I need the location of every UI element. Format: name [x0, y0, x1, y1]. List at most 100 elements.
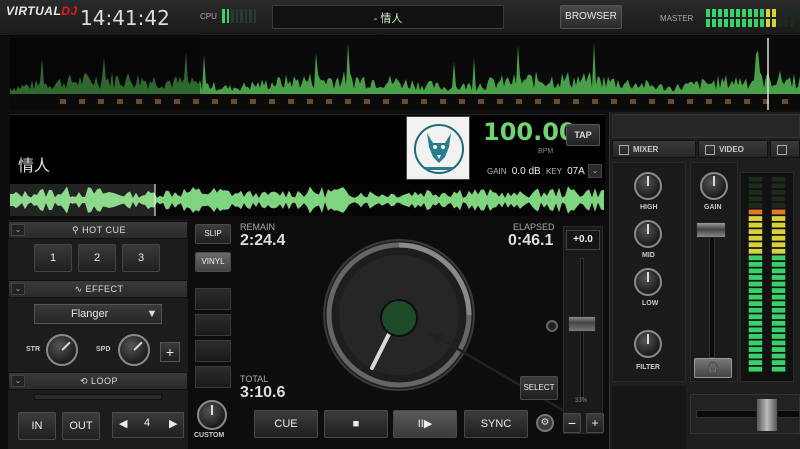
slip-button[interactable]: SLIP: [195, 224, 231, 244]
pad-button-1[interactable]: [195, 288, 231, 310]
beat-marker: [212, 99, 218, 104]
pitch-value: +0.0: [566, 230, 600, 250]
select-button[interactable]: SELECT: [520, 376, 558, 400]
pitch-slider-handle[interactable]: [568, 316, 596, 332]
remain-label: REMAIN: [240, 222, 276, 232]
master-meter-segment: [712, 9, 716, 17]
master-meter-segment: [736, 19, 740, 27]
browser-button[interactable]: BROWSER: [560, 5, 622, 29]
vu-segment: [771, 275, 786, 280]
eq-mid-knob[interactable]: [634, 220, 662, 248]
volume-fader-handle[interactable]: [696, 222, 726, 238]
filter-label: FILTER: [636, 364, 660, 371]
chevron-down-icon[interactable]: ⌄: [588, 164, 602, 178]
vu-segment: [748, 353, 763, 359]
pitch-minus-button[interactable]: −: [563, 413, 581, 433]
hotcue-button-3[interactable]: 3: [122, 244, 160, 272]
headphone-icon[interactable]: 🎧: [694, 358, 732, 378]
vu-segment: [748, 235, 763, 241]
pad-button-4[interactable]: [195, 366, 231, 388]
vu-segment: [771, 353, 786, 359]
crossfader-handle[interactable]: [756, 398, 778, 432]
beat-marker: [706, 99, 712, 104]
vu-segment: [771, 203, 786, 208]
add-effect-button[interactable]: +: [160, 342, 180, 362]
filter-knob[interactable]: [634, 330, 662, 358]
hotcue-button-2[interactable]: 2: [78, 244, 116, 272]
pad-button-3[interactable]: [195, 340, 231, 362]
vu-segment: [748, 216, 763, 221]
bpm-label: BPM: [538, 148, 554, 155]
vu-segment: [748, 366, 763, 372]
overview-waveform[interactable]: [10, 38, 800, 110]
loop-in-button[interactable]: IN: [18, 412, 56, 440]
video-icon: [705, 144, 715, 155]
eq-high-knob[interactable]: [634, 172, 662, 200]
vu-segment: [748, 248, 763, 254]
jog-wheel[interactable]: [322, 238, 476, 392]
vu-segment: [771, 216, 786, 221]
spd-knob[interactable]: [118, 334, 150, 366]
master-meter-segment: [784, 19, 788, 27]
pitch-reset-button[interactable]: [546, 320, 558, 332]
play-pause-button[interactable]: II▶: [393, 410, 457, 438]
sync-button[interactable]: SYNC: [464, 410, 528, 438]
beat-marker: [60, 99, 66, 104]
total-label: TOTAL: [240, 374, 269, 384]
master-meter: [706, 9, 794, 27]
master-meter-segment: [706, 9, 710, 17]
vinyl-button[interactable]: VINYL: [195, 252, 231, 272]
pitch-range-label: 33%: [575, 398, 588, 404]
pad-button-2[interactable]: [195, 314, 231, 336]
loop-prev-button[interactable]: ◀: [119, 417, 127, 430]
vu-segment: [771, 288, 786, 293]
gear-icon[interactable]: ⚙: [536, 414, 554, 432]
jog-center[interactable]: [380, 299, 418, 337]
master-meter-segment: [754, 19, 758, 27]
tab-scratch[interactable]: SC: [770, 140, 800, 158]
vu-segment: [771, 183, 786, 189]
beat-marker: [193, 99, 199, 104]
beat-marker: [687, 99, 693, 104]
zoom-waveform[interactable]: [10, 184, 605, 216]
master-meter-segment: [706, 19, 710, 27]
mixer-top-bar: [612, 114, 800, 138]
master-meter-segment: [712, 19, 716, 27]
pitch-plus-button[interactable]: +: [586, 413, 604, 433]
beat-marker: [250, 99, 256, 104]
stop-button[interactable]: ■: [324, 410, 388, 438]
eq-mid-label: MID: [642, 252, 655, 259]
hotcue-button-1[interactable]: 1: [34, 244, 72, 272]
logo-text-right: DJ: [61, 4, 78, 18]
cpu-meter-segment: [235, 9, 238, 23]
eq-low-knob[interactable]: [634, 268, 662, 296]
custom-knob[interactable]: [197, 400, 227, 430]
key-label: KEY: [545, 167, 562, 176]
vu-segment: [771, 360, 786, 366]
volume-fader-track: [709, 228, 715, 358]
channel-gain-label: GAIN: [704, 204, 722, 211]
vu-segment: [748, 255, 763, 261]
dropdown-arrow-icon[interactable]: ▼: [142, 305, 162, 323]
crossfader-track: [696, 410, 800, 418]
clock: 14:41:42: [80, 6, 170, 30]
beat-marker: [725, 99, 731, 104]
loop-length-value: 4: [144, 417, 151, 429]
loop-out-button[interactable]: OUT: [62, 412, 100, 440]
beat-marker: [611, 99, 617, 104]
vu-segment: [748, 327, 763, 333]
vu-segment: [771, 229, 786, 235]
loop-next-button[interactable]: ▶: [169, 417, 177, 430]
vu-segment: [771, 301, 786, 307]
cue-button[interactable]: CUE: [254, 410, 318, 438]
channel-gain-knob[interactable]: [700, 172, 728, 200]
str-knob[interactable]: [46, 334, 78, 366]
master-meter-segment: [724, 9, 728, 17]
hotcue-header: ⌄ ⚲ HOT CUE: [8, 221, 188, 239]
beat-marker: [155, 99, 161, 104]
tap-button[interactable]: TAP: [566, 124, 600, 146]
tab-mixer[interactable]: MIXER: [612, 140, 696, 158]
beat-marker: [554, 99, 560, 104]
vu-segment: [771, 268, 786, 274]
tab-video[interactable]: VIDEO: [698, 140, 768, 158]
